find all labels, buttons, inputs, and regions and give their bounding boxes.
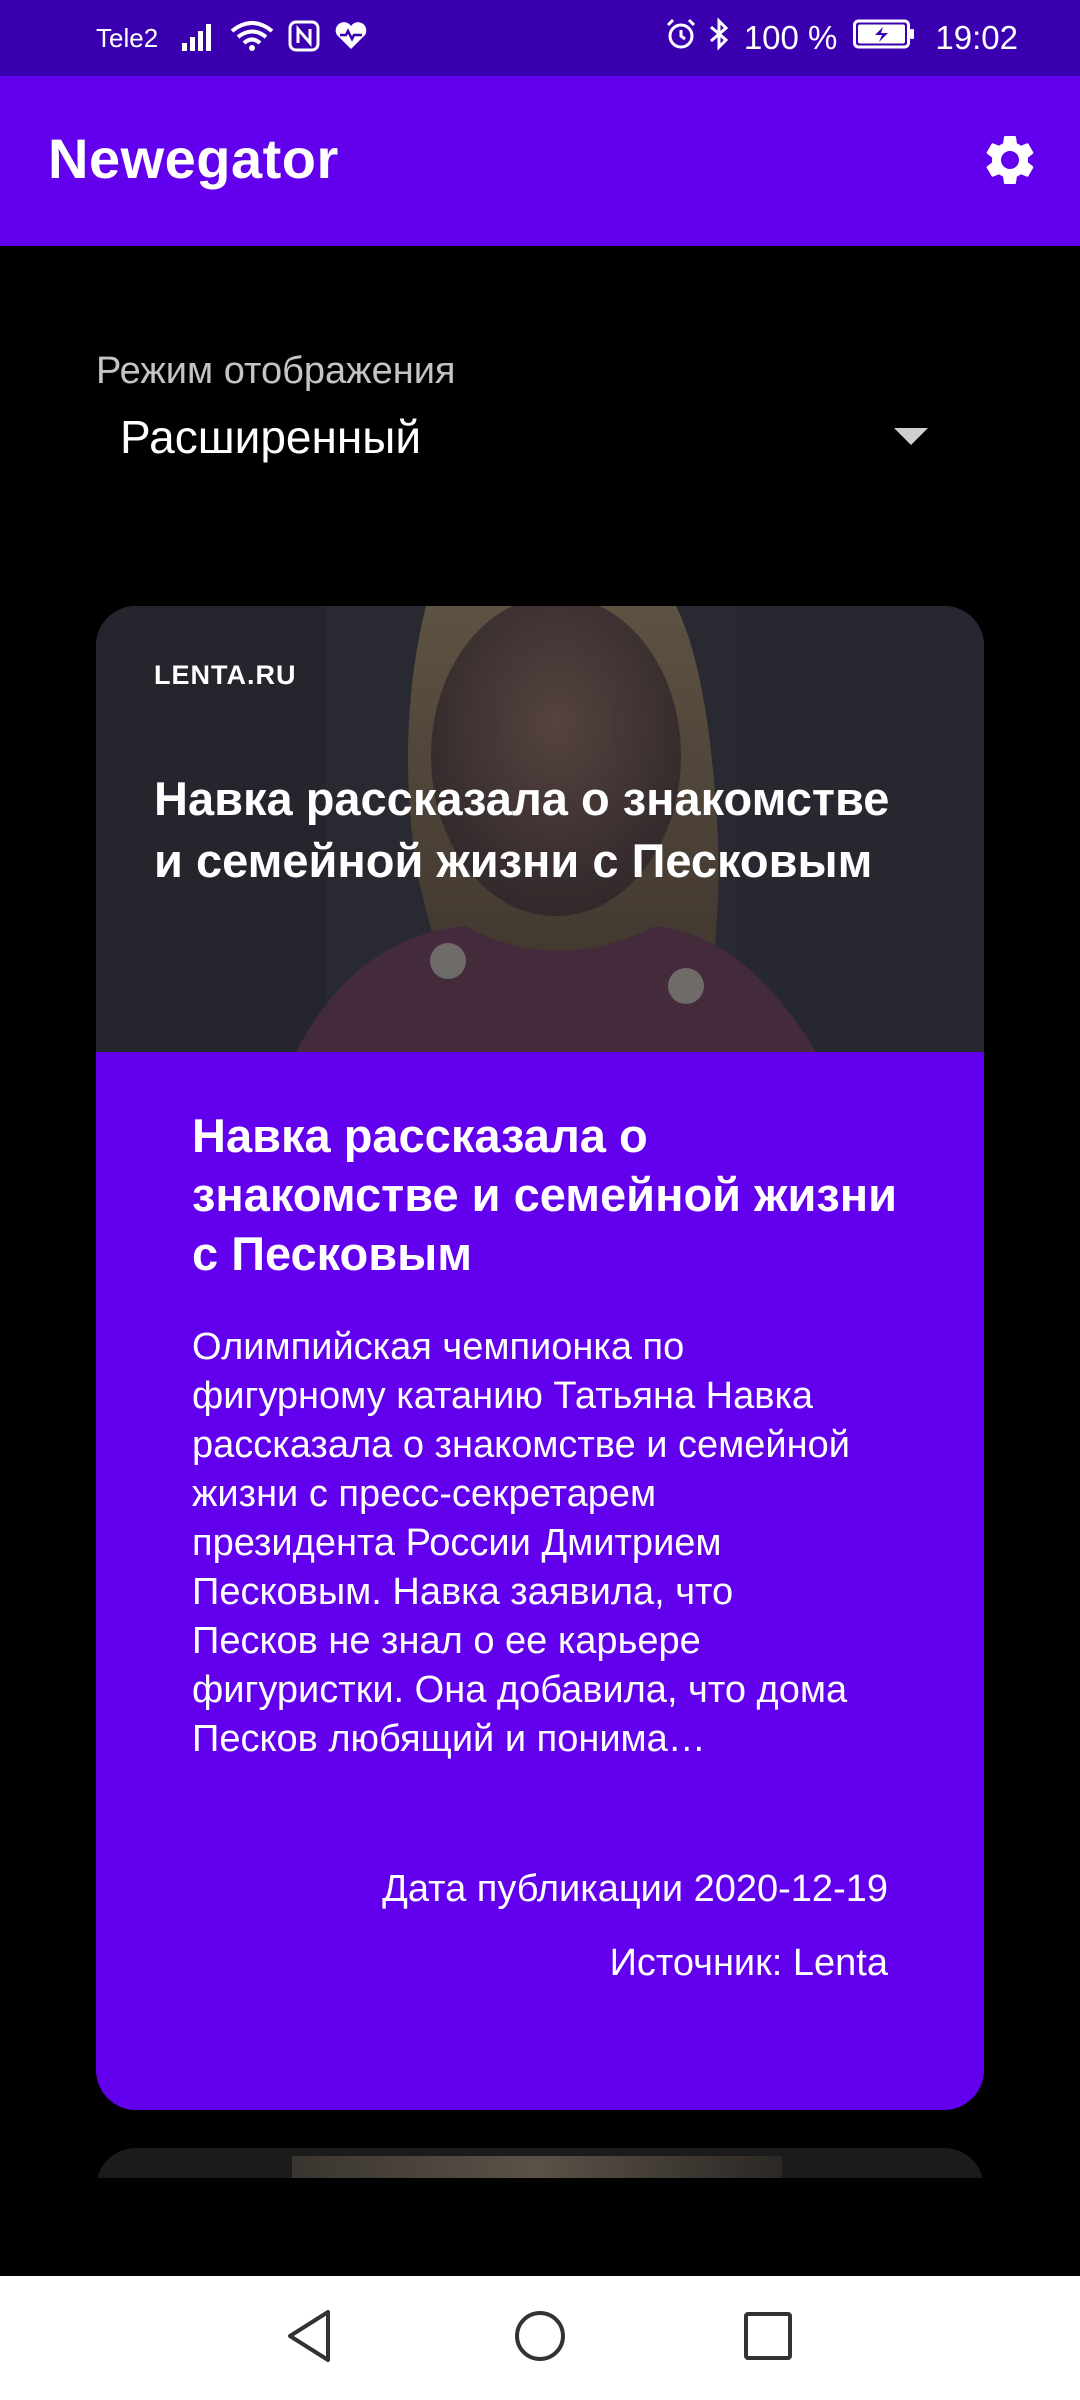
home-icon [512,2308,568,2368]
home-button[interactable] [504,2302,576,2374]
news-title: Навка рассказала о знакомстве и семейной… [192,1109,897,1280]
display-mode-value: Расширенный [120,411,422,463]
health-icon [334,21,368,58]
display-mode-select[interactable]: Расширенный [96,400,936,480]
clock: 19:02 [935,19,1018,56]
settings-button[interactable] [974,126,1046,198]
navigation-bar [0,2276,1080,2400]
bluetooth-icon [708,17,730,59]
dropdown-arrow-icon [894,428,928,445]
recent-apps-button[interactable] [732,2302,804,2374]
app-bar: Newegator [0,76,1080,246]
signal-icon [182,21,216,58]
alarm-icon [664,17,698,59]
news-image: LENTA.RU Навка рассказала о знакомстве и… [96,606,984,1052]
card-body: Навка рассказала о знакомстве и семейной… [192,1106,912,1764]
back-icon [284,2308,336,2368]
battery-percent: 100 % [743,19,838,56]
nfc-icon [288,20,320,59]
news-source: Источник: Lenta [609,1942,888,1984]
wifi-icon [230,20,274,58]
status-bar: Tele2 100 % 19:02 [0,0,1080,76]
display-mode-label: Режим отображения [96,350,456,392]
gear-icon [980,130,1040,194]
source-logo: LENTA.RU [154,660,297,690]
status-right-group: 100 % 19:02 [664,14,1018,62]
back-button[interactable] [274,2302,346,2374]
carrier-name: Tele2 [96,23,159,53]
app-title: Newegator [48,127,339,190]
battery-charging-icon [853,19,915,57]
news-description: Олимпийская чемпионка по фигурному катан… [192,1326,851,1760]
status-left-icons [182,18,368,60]
list-bottom-edge [0,2178,1080,2278]
recent-apps-icon [742,2310,794,2366]
news-card[interactable]: LENTA.RU Навка рассказала о знакомстве и… [96,606,984,2110]
image-headline: Навка рассказала о знакомстве и семейной… [154,772,890,887]
news-date: Дата публикации 2020-12-19 [382,1868,888,1910]
